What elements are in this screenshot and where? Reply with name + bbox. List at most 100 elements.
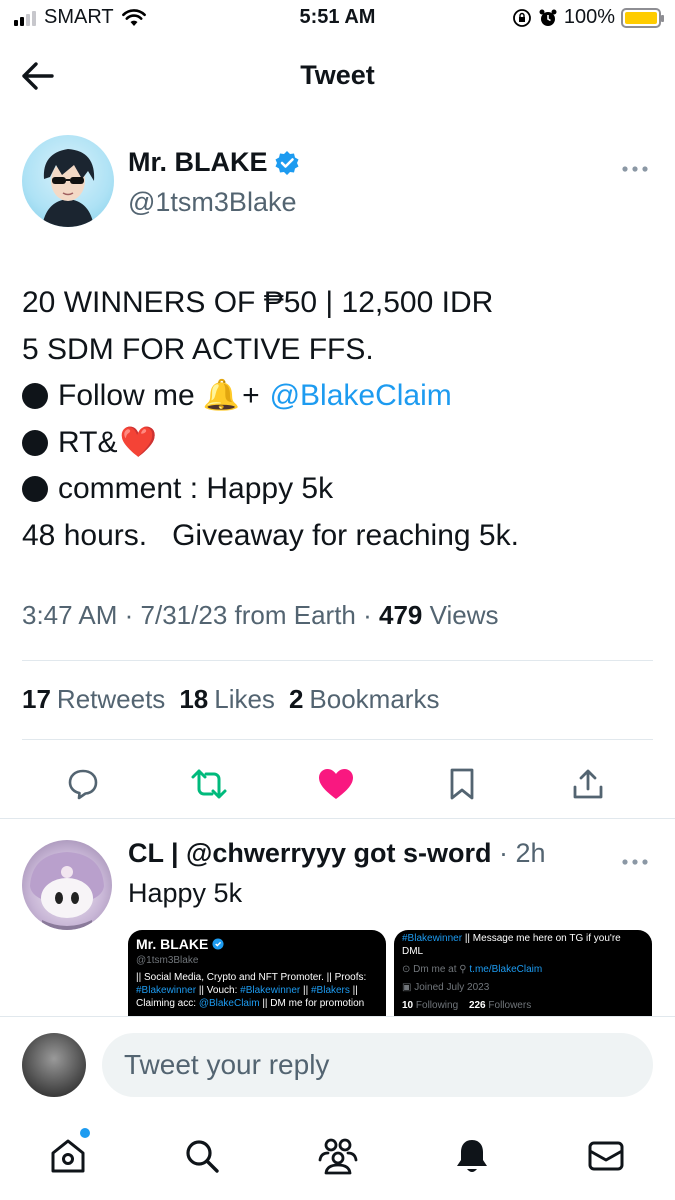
location-pin-icon: ⊙ xyxy=(402,964,414,975)
speech-bubble-icon xyxy=(68,769,98,800)
tweet-line: comment : Happy 5k xyxy=(22,466,653,513)
media-bio: #Blakewinner || Message me here on TG if… xyxy=(402,932,644,958)
media-bio: || Social Media, Crypto and NFT Promoter… xyxy=(136,971,378,1010)
likes-stat[interactable]: 18 Likes xyxy=(179,684,275,715)
media-profile-handle: @1tsm3Blake xyxy=(136,955,199,966)
current-user-avatar[interactable] xyxy=(22,1033,86,1097)
retweet-icon xyxy=(191,769,227,799)
home-icon xyxy=(51,1139,85,1173)
meta-separator: · xyxy=(363,600,380,630)
retweets-stat[interactable]: 17 Retweets xyxy=(22,684,165,715)
reply-header: CL | @chwerryyy got s-word · 2h xyxy=(128,838,546,869)
likes-count: 18 xyxy=(179,684,209,714)
bookmark-button[interactable] xyxy=(442,764,482,804)
communities-icon xyxy=(318,1138,358,1175)
tweet-source: from Earth xyxy=(234,600,356,630)
reply-image[interactable]: #Blakewinner || Message me here on TG if… xyxy=(394,930,652,1016)
media-location-row: ⊙ Dm me at ⚲ t.me/BlakeClaim xyxy=(402,963,644,976)
tweet-line: Follow me 🔔 + @BlakeClaim xyxy=(22,373,653,420)
reply-composer xyxy=(0,1016,675,1116)
retweets-label: Retweets xyxy=(56,684,166,714)
tab-notifications[interactable] xyxy=(450,1134,494,1178)
bullet-icon xyxy=(22,476,48,503)
reply-text: Happy 5k xyxy=(128,878,243,908)
tweet-text-segment: RT& xyxy=(58,425,118,459)
bullet-icon xyxy=(22,429,48,456)
divider xyxy=(22,739,653,740)
search-icon xyxy=(186,1140,219,1173)
more-options-button[interactable] xyxy=(621,153,649,179)
bullet-icon xyxy=(22,383,48,410)
media-follow-row: 10 Following 226 Followers xyxy=(402,999,644,1012)
tab-messages[interactable] xyxy=(584,1134,628,1178)
media-bio-hashtag: #Blakewinner xyxy=(240,985,301,996)
reply-avatar[interactable] xyxy=(22,840,112,930)
reply-author[interactable]: CL | @chwerryyy got s-word xyxy=(128,838,491,868)
tweet-author: Mr. BLAKE @1tsm3Blake xyxy=(22,135,653,235)
bookmarks-count: 2 xyxy=(288,684,304,714)
tab-search[interactable] xyxy=(180,1134,224,1178)
media-joined-row: ▣ Joined July 2023 xyxy=(402,981,644,994)
mail-icon xyxy=(588,1141,624,1171)
tweet-text-segment: + xyxy=(242,379,260,412)
bell-icon xyxy=(457,1140,487,1172)
engagement-stats: 17 Retweets 18 Likes 2 Bookmarks xyxy=(22,684,439,715)
media-bio-hashtag: #Blakers xyxy=(310,985,350,996)
more-dots-icon xyxy=(622,166,648,172)
media-bio-text: || Social Media, Crypto and NFT Promoter… xyxy=(136,972,367,983)
heart-emoji: ❤️ xyxy=(119,424,157,460)
link-icon: ⚲ xyxy=(459,964,470,975)
reply-image[interactable]: Mr. BLAKE @1tsm3Blake || Social Media, C… xyxy=(128,930,386,1016)
author-avatar[interactable] xyxy=(22,135,114,227)
share-button[interactable] xyxy=(568,764,608,804)
divider xyxy=(22,660,653,661)
bookmarks-stat[interactable]: 2 Bookmarks xyxy=(289,684,440,715)
verified-badge-icon xyxy=(275,150,299,175)
retweets-count: 17 xyxy=(22,684,51,714)
calendar-icon: ▣ xyxy=(402,982,415,993)
reply-item[interactable]: CL | @chwerryyy got s-word · 2h Happy 5k… xyxy=(22,836,653,1016)
divider xyxy=(0,818,675,819)
author-handle[interactable]: @1tsm3Blake xyxy=(128,187,296,218)
reply-separator: · xyxy=(498,838,516,868)
reply-more-button[interactable] xyxy=(621,846,649,872)
tweet-time[interactable]: 3:47 AM xyxy=(22,600,117,630)
tweet-line: 48 hours. Giveaway for reaching 5k. xyxy=(22,513,653,560)
media-bio-text: || xyxy=(349,985,358,996)
avatar-illustration xyxy=(30,852,104,930)
battery-percent: 100% xyxy=(563,6,615,28)
header: Tweet xyxy=(0,44,675,108)
heart-icon xyxy=(319,769,353,799)
status-right: 100% xyxy=(512,6,664,29)
tweet-text-segment: 48 hours. Giveaway for reaching 5k. xyxy=(22,518,519,552)
tweet-text: 20 WINNERS OF ₱50 | 12,500 IDR 5 SDM FOR… xyxy=(22,280,653,559)
author-name[interactable]: Mr. BLAKE xyxy=(128,147,268,178)
views-count: 479 xyxy=(379,600,423,630)
media-joined: Joined July 2023 xyxy=(414,982,490,993)
media-followers-count: 226 xyxy=(468,1000,486,1011)
home-notification-dot xyxy=(80,1128,90,1138)
more-dots-icon xyxy=(622,859,648,865)
media-bio-text: || xyxy=(300,985,311,996)
like-button[interactable] xyxy=(316,764,356,804)
mention-link[interactable]: @BlakeClaim xyxy=(270,373,452,420)
tweet-date[interactable]: 7/31/23 xyxy=(141,600,228,630)
meta-separator: · xyxy=(124,600,141,630)
views-label: Views xyxy=(429,600,499,630)
tab-communities[interactable] xyxy=(316,1134,360,1178)
bottom-tab-bar xyxy=(0,1116,675,1200)
tweet-actions xyxy=(0,756,675,812)
media-profile-name-row: Mr. BLAKE xyxy=(136,936,378,952)
bookmarks-label: Bookmarks xyxy=(309,684,440,714)
tab-home[interactable] xyxy=(46,1128,90,1178)
tweet-line: 20 WINNERS OF ₱50 | 12,500 IDR xyxy=(22,286,494,319)
reply-button[interactable] xyxy=(63,764,103,804)
media-location: Dm me at xyxy=(413,964,457,975)
reply-input[interactable] xyxy=(102,1033,653,1097)
bookmark-icon xyxy=(450,768,474,800)
retweet-button[interactable] xyxy=(189,764,229,804)
tweet-line: 5 SDM FOR ACTIVE FFS. xyxy=(22,332,374,366)
bell-emoji: 🔔 xyxy=(202,378,241,413)
reply-time: 2h xyxy=(515,838,546,868)
media-link: t.me/BlakeClaim xyxy=(469,964,543,975)
